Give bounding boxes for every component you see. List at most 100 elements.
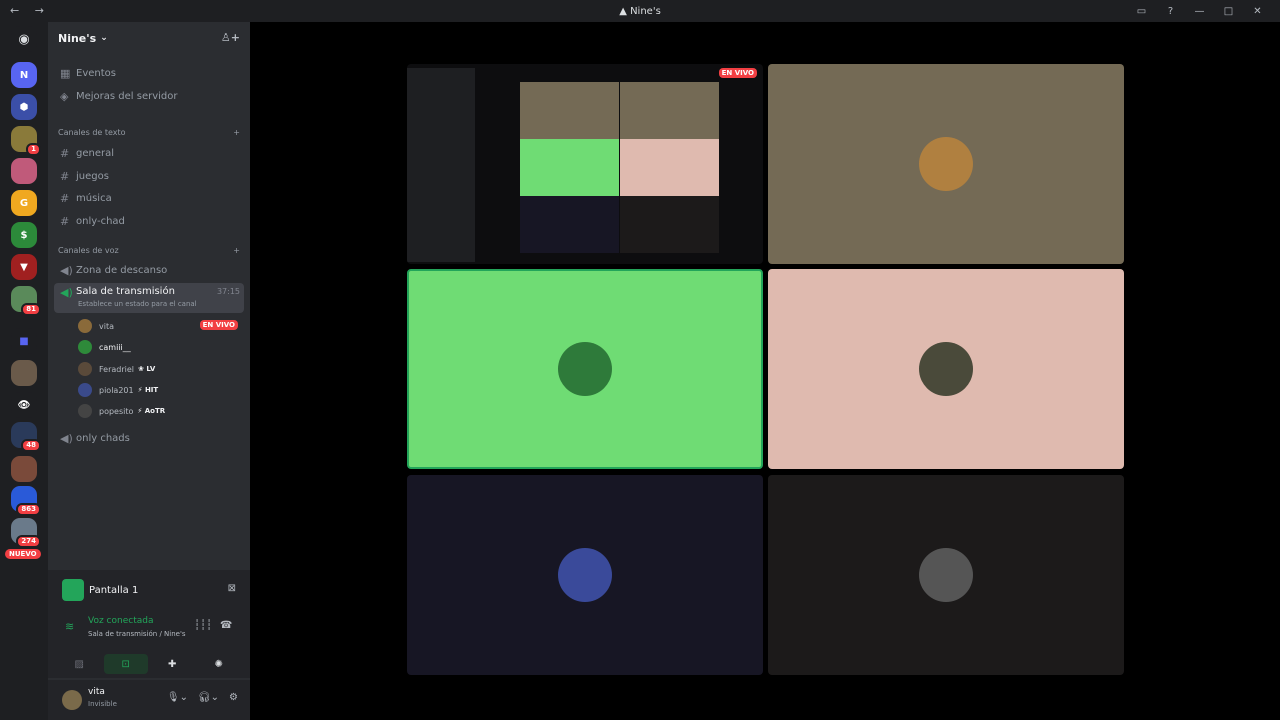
microphone-icon[interactable]: 🎙︎⌄ xyxy=(167,692,188,703)
boosts-label: Mejoras del servidor xyxy=(76,90,178,102)
gear-icon[interactable]: ⚙ xyxy=(229,692,238,703)
avatar xyxy=(919,137,973,191)
minimize-icon[interactable]: — xyxy=(1185,2,1214,20)
avatar xyxy=(78,383,92,397)
events-label: Eventos xyxy=(76,67,116,79)
help-icon[interactable]: ? xyxy=(1156,2,1185,20)
server-icon-9[interactable]: 48 xyxy=(11,422,41,452)
channel-only-chad[interactable]: # only-chad xyxy=(54,211,244,231)
avatar xyxy=(78,404,92,418)
user-tag: ⚡ HIT xyxy=(137,386,159,394)
add-member-icon[interactable]: ♙+ xyxy=(221,31,240,44)
server-icon-6[interactable]: $ xyxy=(11,222,37,248)
add-channel-icon[interactable]: + xyxy=(233,246,240,255)
maximize-icon[interactable]: □ xyxy=(1214,2,1243,20)
voice-user-name: Feradriel xyxy=(99,364,135,374)
calendar-icon: ▦ xyxy=(60,66,71,80)
inbox-icon[interactable]: ▭ xyxy=(1127,2,1156,20)
voice-user[interactable]: popesito ⚡ AoTR xyxy=(78,401,242,421)
user-status: Invisible xyxy=(88,700,117,708)
voice-channel-only-chads[interactable]: ◀) only chads xyxy=(54,428,244,448)
voice-channel-sala[interactable]: ◀) Sala de transmisión 37:15 Establece u… xyxy=(54,283,244,313)
activities-icon[interactable]: ✚ xyxy=(150,654,194,674)
channel-label: juegos xyxy=(76,170,109,182)
screen-share-icon[interactable]: ⊡ xyxy=(103,654,148,674)
text-category[interactable]: Canales de texto + xyxy=(58,128,240,137)
server-icon-cube[interactable]: ⬢ xyxy=(11,94,37,120)
stop-stream-icon[interactable]: ⊠ xyxy=(228,583,236,594)
discord-home-icon[interactable]: ◉ xyxy=(11,26,37,52)
disconnect-icon[interactable]: ☎ xyxy=(220,620,232,631)
noise-suppression-icon[interactable]: ┆┆┆ xyxy=(194,620,212,631)
channel-label: general xyxy=(76,147,115,159)
avatar xyxy=(558,342,612,396)
stream-preview-icon xyxy=(62,579,84,601)
server-icon-5[interactable]: G xyxy=(11,190,37,216)
boosts-item[interactable]: ◈ Mejoras del servidor xyxy=(54,86,244,106)
participant-tile[interactable] xyxy=(407,475,763,675)
folder-icon[interactable]: ■ xyxy=(11,328,37,354)
participant-tile[interactable] xyxy=(768,64,1124,264)
hash-icon: # xyxy=(60,214,70,228)
server-folder-icon[interactable]: 81 xyxy=(11,286,41,316)
soundboard-icon[interactable]: ✺ xyxy=(197,654,241,674)
add-channel-icon[interactable]: + xyxy=(233,128,240,137)
server-name: Nine's xyxy=(58,31,97,45)
stream-tile[interactable]: EN VIVO xyxy=(407,64,763,264)
close-icon[interactable]: ✕ xyxy=(1243,2,1272,20)
participant-tile-speaking[interactable] xyxy=(407,269,763,469)
user-name: vita xyxy=(88,687,105,697)
server-header[interactable]: Nine's ⌄ ♙+ xyxy=(48,22,250,54)
participant-tile[interactable] xyxy=(768,269,1124,469)
headphones-icon[interactable]: 🎧︎⌄ xyxy=(198,692,219,703)
channel-sidebar: Nine's ⌄ ♙+ ▦ Eventos ◈ Mejoras del servido… xyxy=(48,22,250,720)
voice-user[interactable]: vita EN VIVO xyxy=(78,316,242,336)
unread-badge: 81 xyxy=(21,303,41,316)
voice-user-name: vita xyxy=(99,321,114,331)
channel-label: música xyxy=(76,192,112,204)
server-icon-7[interactable]: ▼ xyxy=(11,254,37,280)
server-icon-eye[interactable]: 👁 xyxy=(11,392,37,418)
voice-user[interactable]: piola201 ⚡ HIT xyxy=(78,380,242,400)
window-title: ▲ Nine's xyxy=(619,5,661,17)
stream-title: Pantalla 1 xyxy=(89,584,139,596)
unread-badge: 863 xyxy=(16,503,41,516)
voice-user-name: piola201 xyxy=(99,385,134,395)
server-icon-10[interactable] xyxy=(11,456,37,482)
server-icon-12[interactable]: 274 xyxy=(11,518,41,548)
stream-preview-cell xyxy=(620,196,719,253)
server-icon-11[interactable]: 863 xyxy=(11,486,41,516)
events-item[interactable]: ▦ Eventos xyxy=(54,63,244,83)
channel-juegos[interactable]: # juegos xyxy=(54,166,244,186)
voice-channel-label: Zona de descanso xyxy=(76,264,168,276)
channel-general[interactable]: # general xyxy=(54,143,244,163)
voice-user[interactable]: Feradriel ❀ LV xyxy=(78,359,242,379)
window-title-text: Nine's xyxy=(630,5,661,17)
voice-channel-zona[interactable]: ◀) Zona de descanso xyxy=(54,260,244,280)
participant-tile[interactable] xyxy=(768,475,1124,675)
channel-status[interactable]: Establece un estado para el canal xyxy=(78,300,197,308)
speaker-icon: ◀) xyxy=(60,263,73,277)
voice-category[interactable]: Canales de voz + xyxy=(58,246,240,255)
avatar xyxy=(919,342,973,396)
channel-musica[interactable]: # música xyxy=(54,188,244,208)
voice-category-label: Canales de voz xyxy=(58,246,119,255)
voice-user[interactable]: camiii__ xyxy=(78,337,242,357)
stream-preview-sidebar xyxy=(407,68,475,262)
avatar xyxy=(78,319,92,333)
stream-preview-cell xyxy=(620,82,719,139)
server-icon-nines[interactable]: N xyxy=(11,62,37,88)
voice-stage: EN VIVO xyxy=(250,22,1280,720)
server-icon-3[interactable]: 1 xyxy=(11,126,41,156)
camera-off-icon[interactable]: ▨ xyxy=(57,654,101,674)
voice-status[interactable]: Voz conectada xyxy=(88,616,153,626)
avatar[interactable] xyxy=(62,690,82,710)
stream-preview-cell xyxy=(520,82,619,139)
server-icon-8[interactable] xyxy=(11,360,37,386)
live-badge: EN VIVO xyxy=(718,68,757,78)
user-tag-text: AoTR xyxy=(144,407,166,415)
server-icon-4[interactable] xyxy=(11,158,37,184)
stream-preview-cell xyxy=(520,196,619,253)
boost-icon: ◈ xyxy=(60,89,69,103)
avatar xyxy=(919,548,973,602)
